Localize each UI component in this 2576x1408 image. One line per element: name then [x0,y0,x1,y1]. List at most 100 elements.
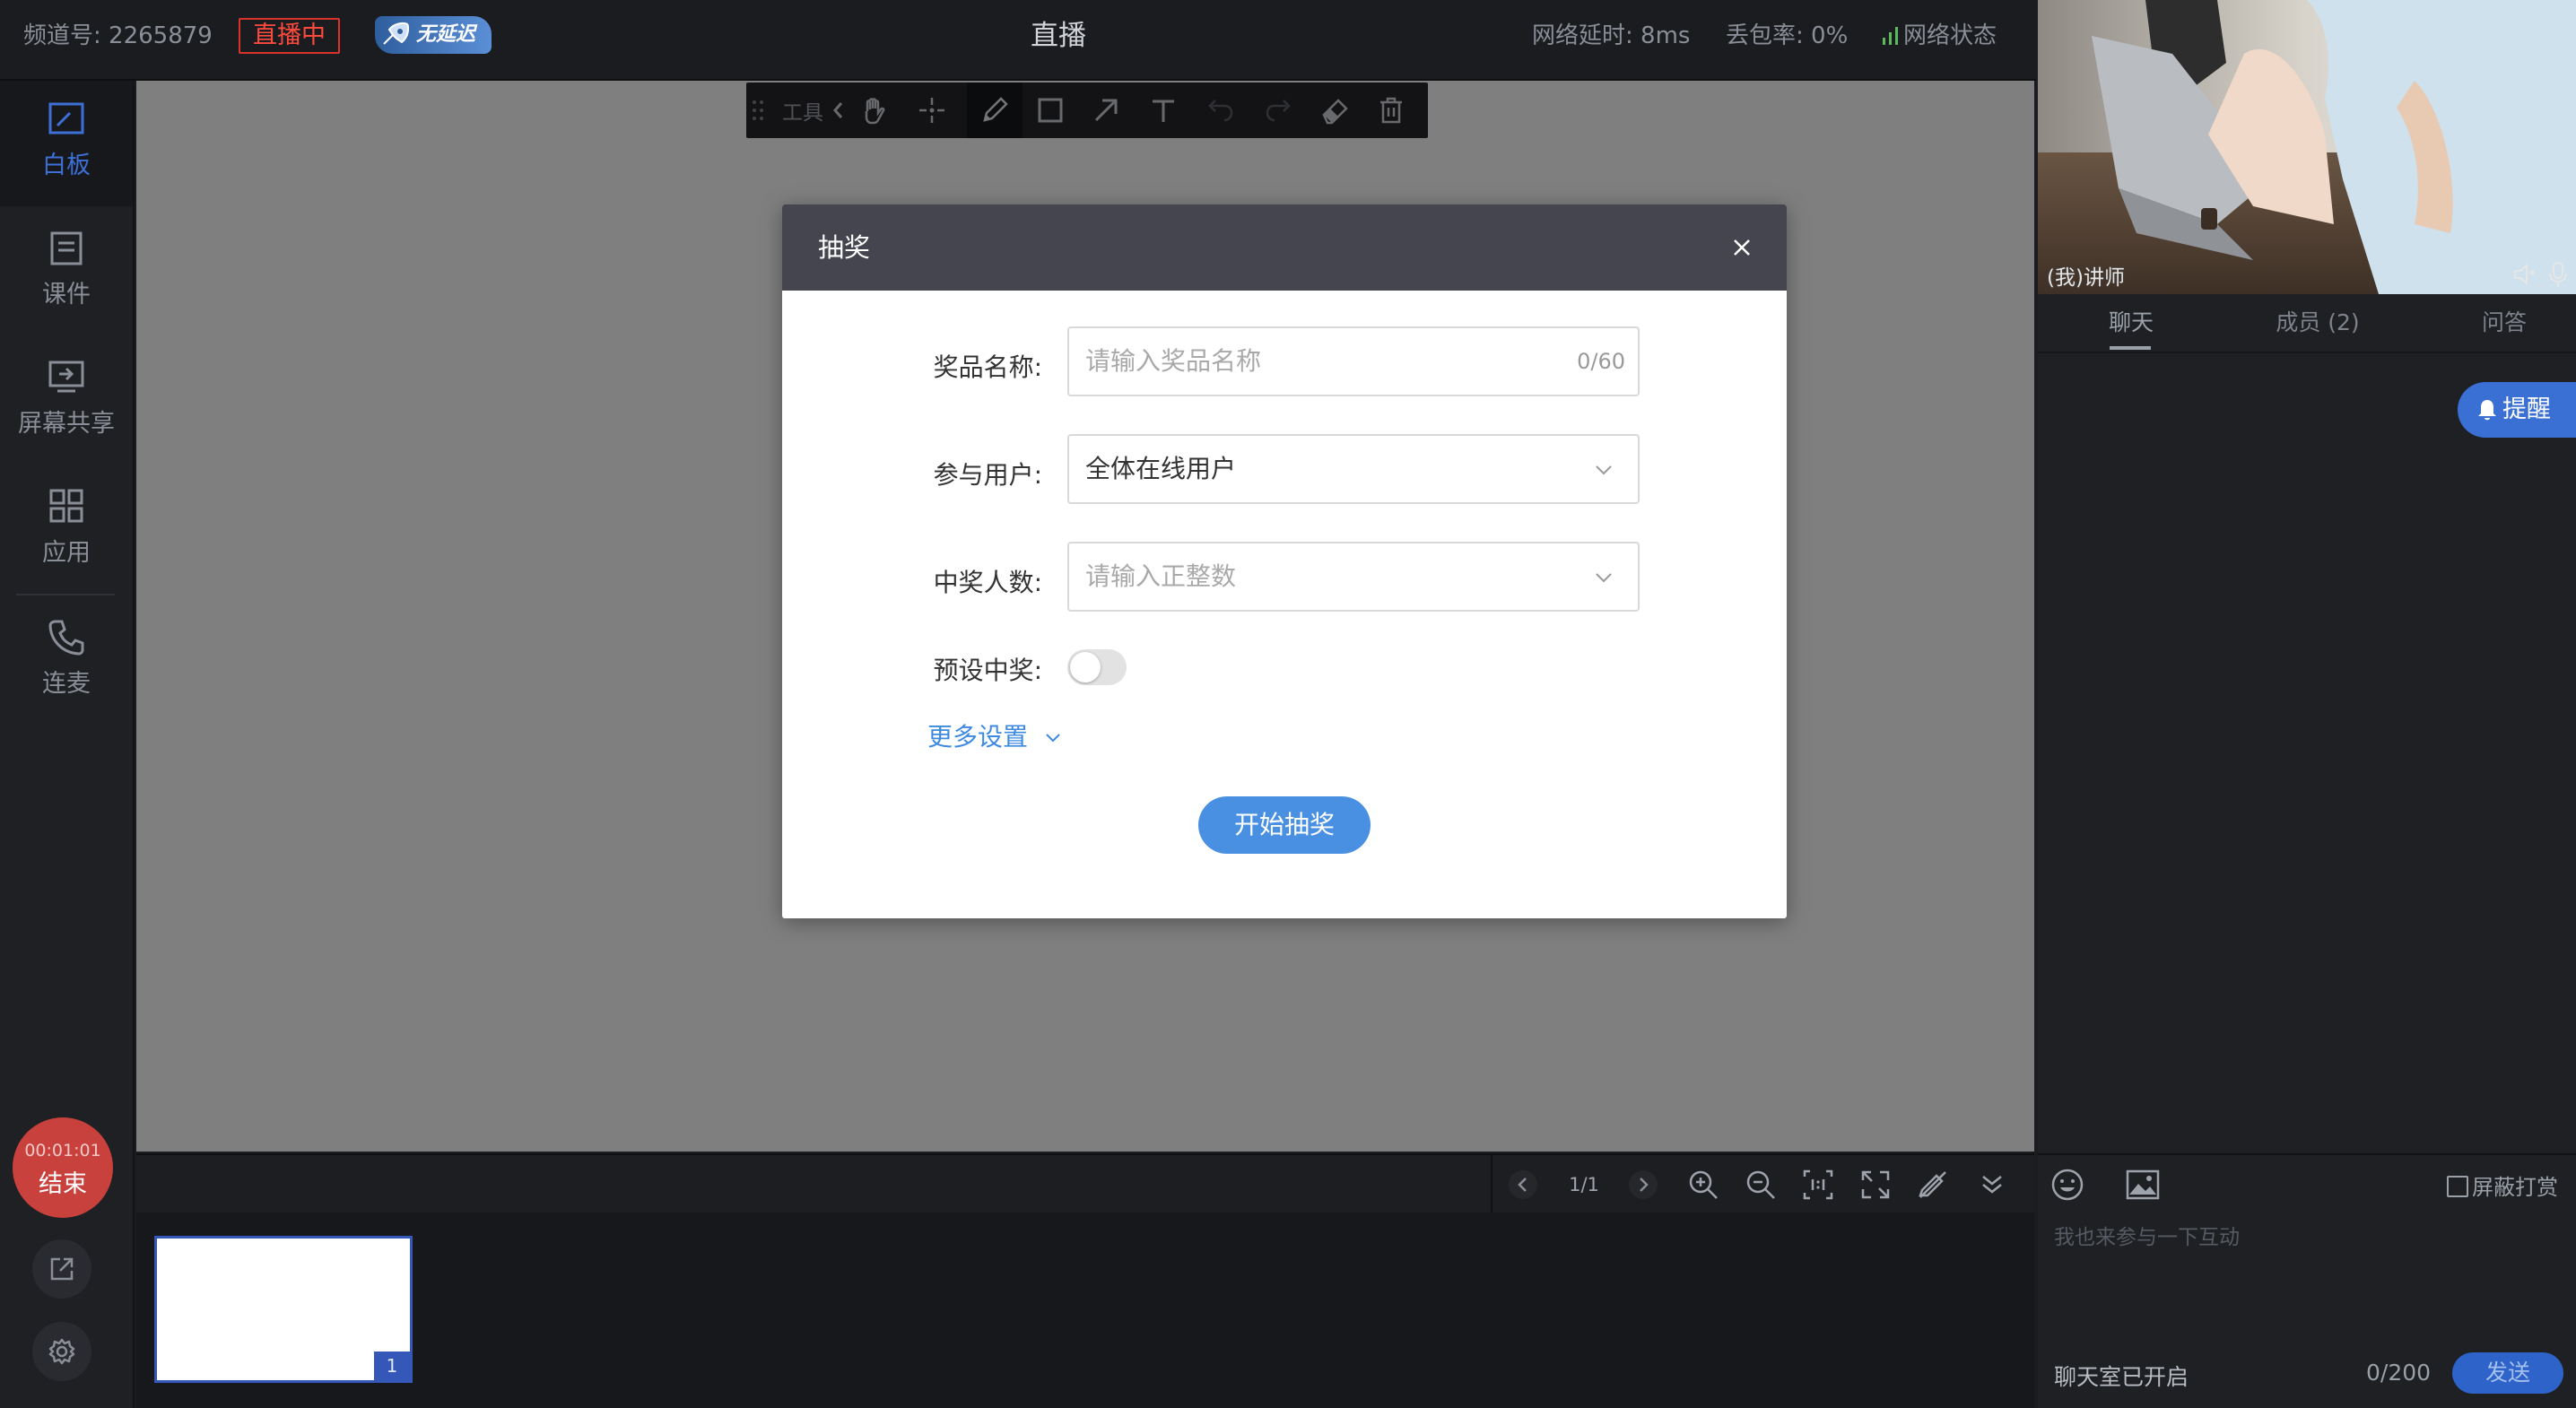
remind-button[interactable]: 提醒 [2458,382,2576,438]
popout-button[interactable] [32,1239,91,1299]
collapse-thumbnails-button[interactable] [1970,1155,2015,1214]
top-bar: 频道号: 2265879 直播中 无延迟 直播 网络延时: 8ms 丢包率: 0… [0,0,2036,81]
page-indicator: 1/1 [1557,1155,1611,1214]
participants-value: 全体在线用户 [1085,454,1237,483]
chat-status: 聊天室已开启 [2054,1364,2189,1390]
sidebar-item-co-host[interactable]: 连麦 [0,599,133,725]
no-delay-label: 无延迟 [416,23,476,46]
zoom-out-icon [1746,1170,1775,1199]
video-frame [2038,0,2576,294]
sidebar-item-label: 连麦 [42,670,91,698]
thumbnail-number: 1 [374,1352,410,1380]
chat-input[interactable]: 我也来参与一下互动 [2054,1220,2240,1250]
fullscreen-icon [1861,1170,1890,1199]
next-page-button[interactable] [1623,1155,1663,1214]
char-count: 0/200 [2366,1360,2432,1386]
tab-qa[interactable]: 问答 [2458,296,2551,352]
winners-count-placeholder: 请输入正整数 [1085,561,1237,591]
external-link-icon [50,1257,74,1281]
channel-number: 频道号: 2265879 [23,22,213,49]
live-status-badge: 直播中 [239,18,340,54]
packet-loss: 丢包率: 0% [1726,22,1849,49]
prev-page-button[interactable] [1503,1155,1543,1214]
rocket-icon [383,22,410,45]
more-settings-label: 更多设置 [927,722,1029,752]
fullscreen-button[interactable] [1853,1155,1898,1214]
sidebar-item-label: 课件 [42,281,91,309]
microphone-icon[interactable] [2547,260,2569,289]
double-chevron-down-icon [1982,1176,2002,1194]
prize-name-label: 奖品名称: [933,352,1042,382]
controls-divider [1491,1155,1493,1214]
winners-count-label: 中奖人数: [933,568,1042,597]
actual-size-icon [1803,1169,1833,1200]
end-live-button[interactable]: 00:01:01 结束 [13,1117,113,1218]
sidebar-item-label: 屏幕共享 [18,410,115,438]
sidebar-item-label: 白板 [42,152,91,179]
no-delay-badge: 无延迟 [375,16,492,54]
courseware-icon [50,231,83,265]
participants-select[interactable]: 全体在线用户 [1067,434,1640,504]
emoji-icon[interactable] [2050,1168,2084,1202]
close-icon[interactable] [1731,237,1753,258]
page-title: 直播 [1031,20,1086,52]
chevron-down-icon [1596,465,1612,475]
image-icon[interactable] [2126,1169,2160,1200]
actual-size-button[interactable] [1796,1155,1841,1214]
prize-name-input[interactable]: 请输入奖品名称 0/60 [1067,326,1640,396]
network-status-label: 网络状态 [1903,22,1997,49]
chevron-right-icon [1629,1170,1658,1199]
signal-bars-icon [1883,27,1898,45]
end-label: 结束 [39,1170,87,1198]
chevron-down-icon [1046,734,1060,743]
left-sidebar: 白板 课件 屏幕共享 应用 连麦 00:01:01 结束 [0,81,135,1408]
block-tips-checkbox[interactable]: 屏蔽打赏 [2447,1169,2558,1201]
more-settings-link[interactable]: 更多设置 [927,717,1061,753]
tab-chat[interactable]: 聊天 [2084,296,2178,352]
dialog-header: 抽奖 [782,204,1787,291]
live-timer: 00:01:01 [24,1141,101,1160]
lottery-dialog: 抽奖 奖品名称: 请输入奖品名称 0/60 参与用户: 全体在线用户 中奖人数:… [782,204,1787,918]
video-name-label: (我)讲师 [2047,266,2125,290]
tab-members[interactable]: 成员 (2) [2246,296,2389,352]
sidebar-item-label: 应用 [42,539,91,567]
sidebar-item-apps[interactable]: 应用 [0,468,133,594]
page-thumbnail[interactable]: 1 [154,1236,413,1383]
whiteboard-icon [48,102,84,135]
preset-winner-toggle[interactable] [1067,649,1127,685]
teacher-video[interactable]: (我)讲师 [2038,0,2576,294]
network-status[interactable]: 网络状态 [1882,0,1997,72]
participants-label: 参与用户: [933,460,1042,490]
sidebar-divider [16,594,115,595]
settings-button[interactable] [32,1322,91,1381]
send-button[interactable]: 发送 [2452,1352,2563,1394]
panel-tabs: 聊天 成员 (2) 问答 [2038,296,2576,353]
toggle-knob [1070,652,1101,682]
page-indicator-text: 1/1 [1569,1174,1599,1195]
toggle-annotation-button[interactable] [1910,1155,1955,1214]
speaker-icon[interactable] [2511,262,2537,287]
apps-icon [49,489,83,523]
gear-icon [48,1338,75,1365]
tab-underline [2110,346,2151,350]
block-tips-label: 屏蔽打赏 [2472,1175,2558,1200]
network-latency: 网络延时: 8ms [1532,22,1691,49]
bell-icon [2478,400,2496,421]
zoom-in-icon [1689,1170,1718,1199]
prize-name-placeholder: 请输入奖品名称 [1085,346,1262,376]
chevron-down-icon [1596,573,1612,583]
remind-label: 提醒 [2502,395,2551,423]
sidebar-item-screen-share[interactable]: 屏幕共享 [0,339,133,465]
sidebar-item-courseware[interactable]: 课件 [0,210,133,335]
preset-winner-label: 预设中奖: [933,656,1042,685]
winners-count-select[interactable]: 请输入正整数 [1067,542,1640,612]
checkbox-icon [2447,1176,2468,1197]
start-lottery-button[interactable]: 开始抽奖 [1198,796,1371,854]
zoom-in-button[interactable] [1681,1155,1726,1214]
zoom-out-button[interactable] [1738,1155,1783,1214]
prize-name-counter: 0/60 [1577,349,1625,374]
sidebar-item-whiteboard[interactable]: 白板 [0,81,133,206]
phone-icon [48,620,84,656]
board-controls: 1/1 [136,1153,2034,1214]
right-panel: (我)讲师 聊天 成员 (2) 问答 提醒 屏蔽打赏 我也来参与一下互动 聊天室… [2038,0,2576,1408]
